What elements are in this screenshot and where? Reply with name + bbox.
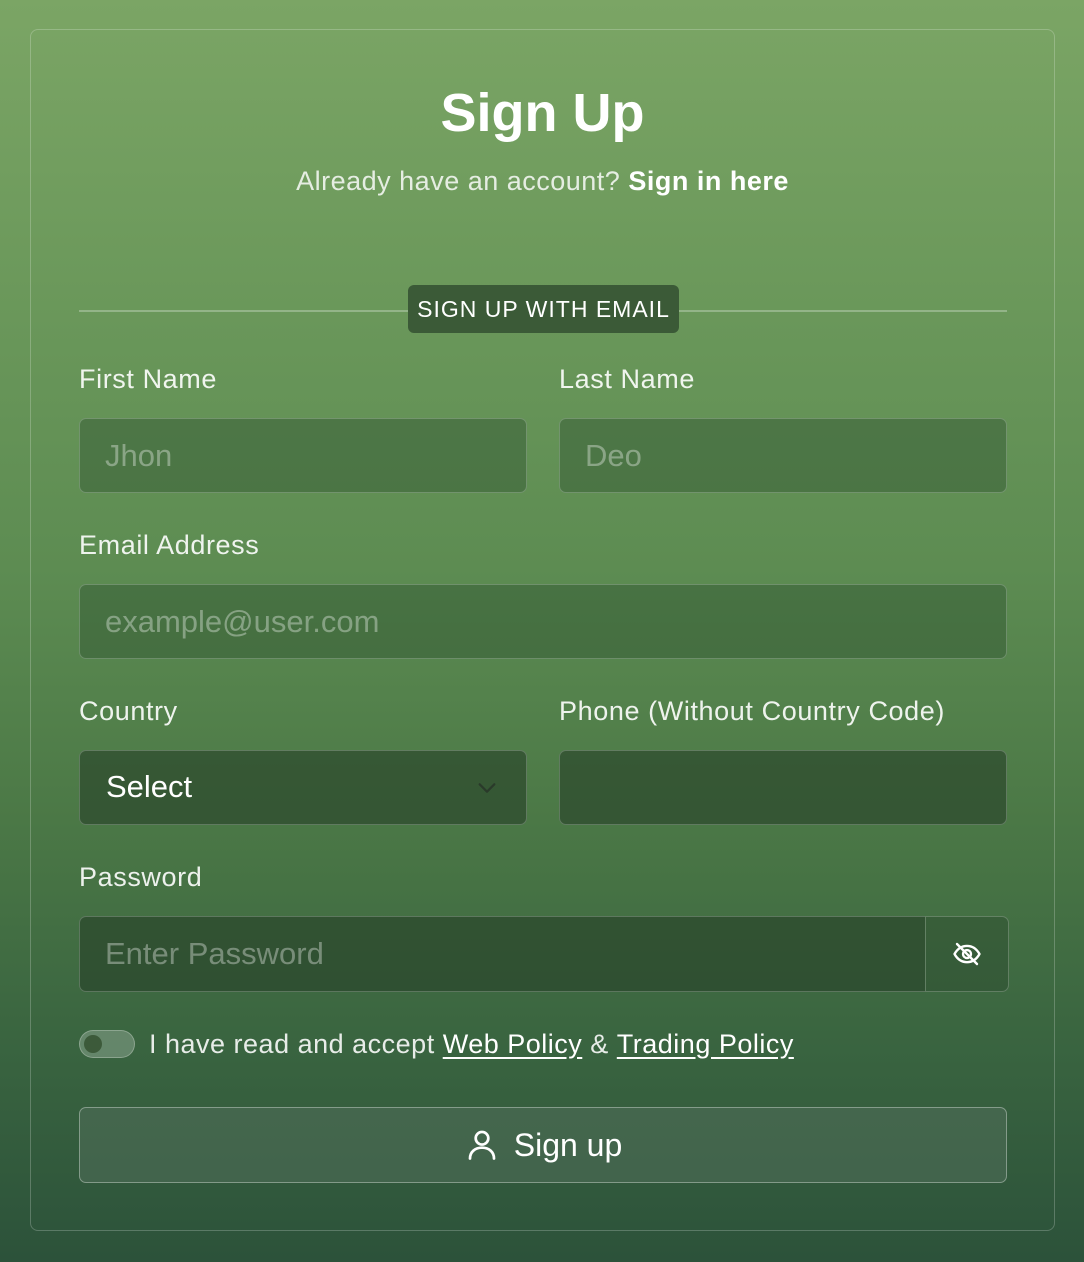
last-name-input[interactable]: [559, 418, 1007, 493]
signup-button-label: Sign up: [513, 1126, 623, 1163]
signin-link[interactable]: Sign in here: [628, 166, 789, 196]
password-visibility-toggle[interactable]: [925, 916, 1009, 992]
first-name-label: First Name: [79, 364, 218, 394]
user-icon: [468, 1130, 496, 1160]
country-label: Country: [79, 696, 178, 726]
email-input[interactable]: [79, 584, 1007, 659]
signin-prompt-text: Already have an account?: [296, 166, 621, 196]
terms-row: I have read and accept Web Policy & Trad…: [79, 1024, 794, 1064]
first-name-input[interactable]: [79, 418, 527, 493]
divider-label: SIGN UP WITH EMAIL: [408, 285, 679, 333]
chevron-down-icon: [478, 783, 496, 793]
eye-off-icon: [953, 942, 981, 966]
last-name-label: Last Name: [559, 364, 695, 394]
country-select[interactable]: Select: [79, 750, 527, 825]
password-label: Password: [79, 862, 203, 892]
phone-input[interactable]: [559, 750, 1007, 825]
page-title: Sign Up: [440, 83, 645, 143]
signup-card: Sign Up Already have an account? Sign in…: [30, 29, 1055, 1231]
email-label: Email Address: [79, 530, 260, 560]
country-select-value: Select: [106, 769, 193, 804]
web-policy-link[interactable]: Web Policy: [443, 1029, 583, 1060]
signin-prompt: Already have an account? Sign in here: [31, 166, 1054, 197]
password-input[interactable]: [79, 916, 925, 992]
terms-toggle-knob: [84, 1035, 102, 1053]
terms-text: I have read and accept: [149, 1028, 435, 1059]
terms-toggle[interactable]: [79, 1030, 135, 1058]
password-field-group: [79, 916, 1009, 992]
phone-label: Phone (Without Country Code): [559, 696, 945, 726]
signup-button[interactable]: Sign up: [79, 1107, 1007, 1183]
trading-policy-link[interactable]: Trading Policy: [617, 1029, 794, 1060]
terms-ampersand: &: [590, 1028, 609, 1059]
